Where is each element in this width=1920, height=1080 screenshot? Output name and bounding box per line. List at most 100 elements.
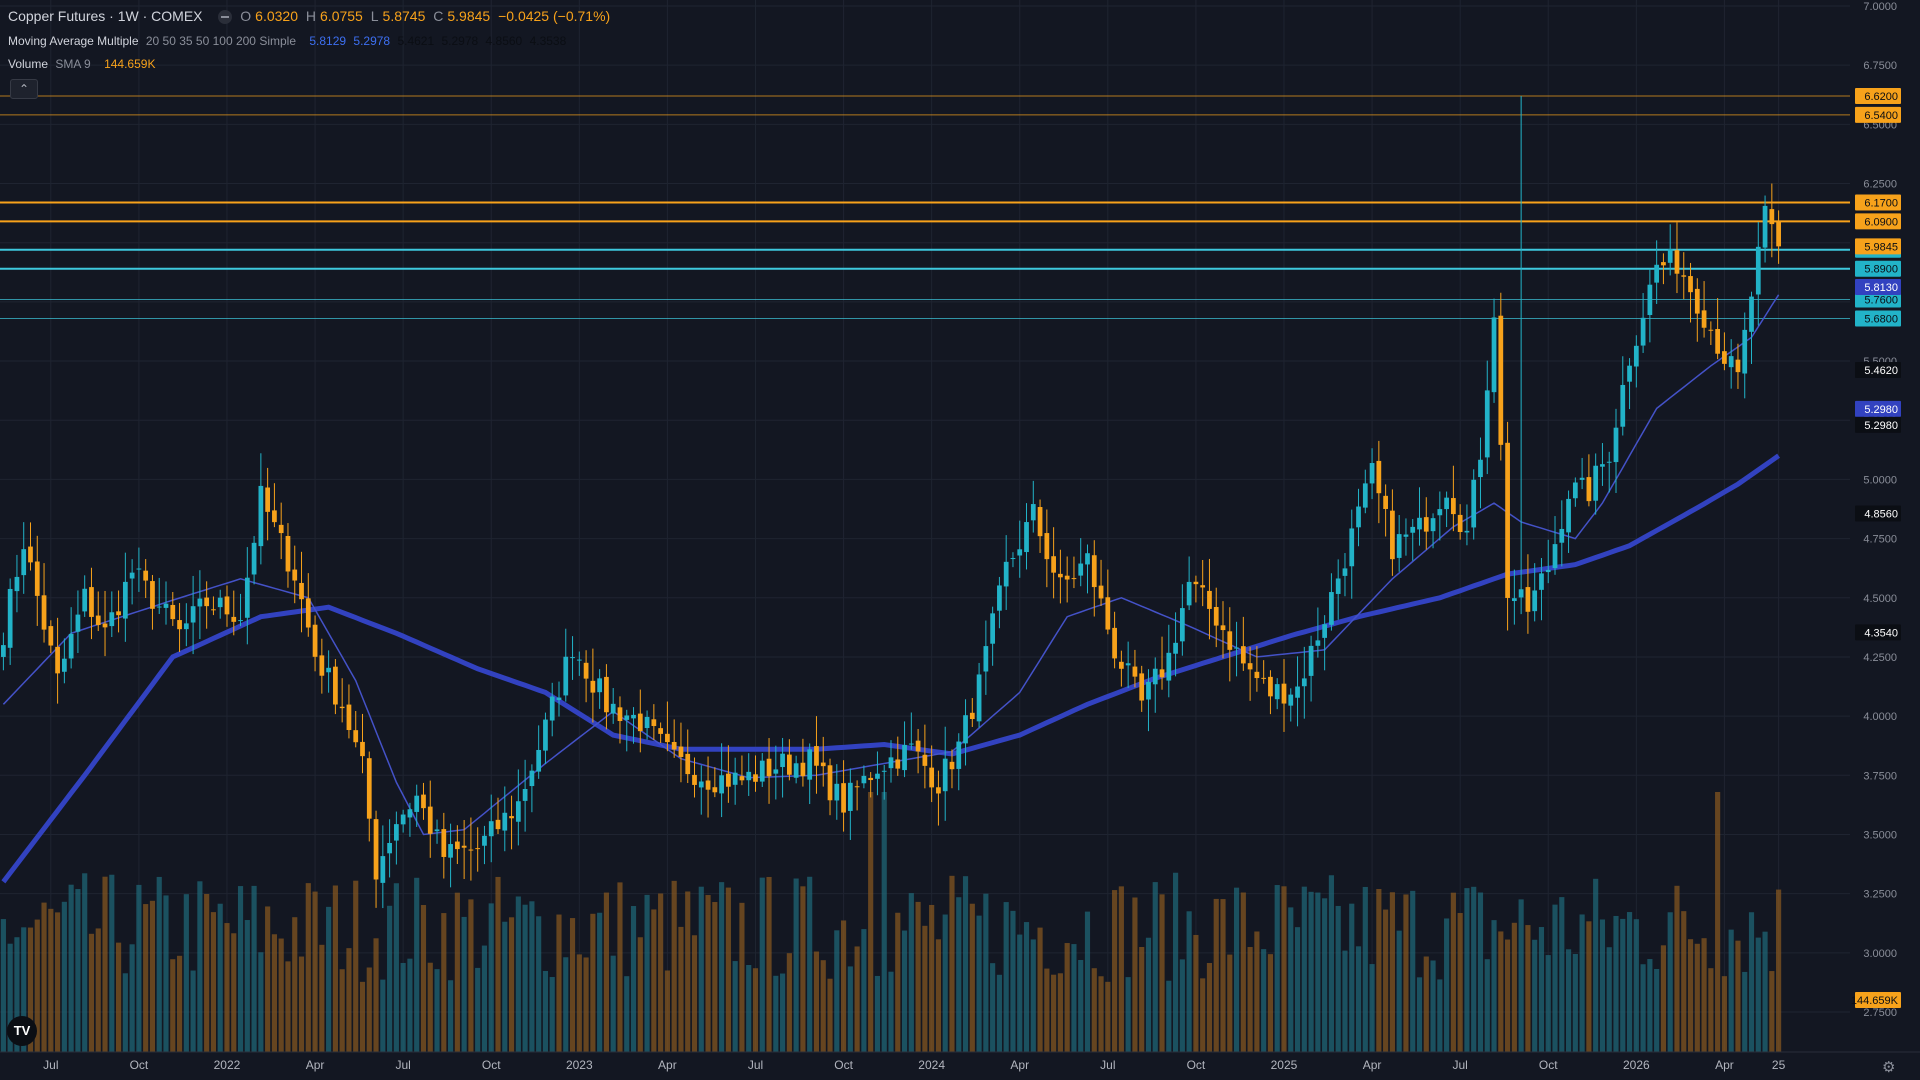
x-tick-label: Oct bbox=[834, 1058, 853, 1072]
volume-bar bbox=[414, 877, 420, 1052]
volume-bar bbox=[1674, 885, 1680, 1052]
candle-body bbox=[34, 561, 40, 596]
volume-bar bbox=[685, 891, 691, 1052]
volume-bar bbox=[143, 904, 149, 1052]
volume-bar bbox=[88, 933, 95, 1052]
volume-bar bbox=[1220, 899, 1226, 1052]
candle-body bbox=[366, 758, 372, 819]
candle bbox=[1335, 559, 1341, 620]
candle bbox=[1776, 210, 1781, 264]
candle bbox=[610, 688, 616, 724]
volume-bar bbox=[176, 955, 183, 1052]
candle bbox=[1620, 356, 1626, 436]
candle-body bbox=[786, 754, 792, 775]
ma-value-5: 4.8560 bbox=[485, 34, 523, 48]
candle-body bbox=[333, 666, 338, 705]
volume-bar bbox=[637, 937, 643, 1052]
candle bbox=[1362, 469, 1368, 514]
candle bbox=[68, 607, 74, 669]
candle bbox=[251, 536, 257, 585]
volume-bar bbox=[326, 906, 332, 1052]
candle-body bbox=[150, 581, 155, 609]
volume-bar bbox=[204, 893, 210, 1052]
price-label: 5.8130 bbox=[1864, 282, 1898, 294]
candle bbox=[1423, 497, 1429, 550]
volume-bar bbox=[1294, 927, 1301, 1052]
volume-bar bbox=[1200, 978, 1206, 1052]
open-value: 6.0320 bbox=[255, 8, 298, 24]
candle-body bbox=[258, 485, 264, 547]
volume-bar bbox=[1132, 897, 1138, 1052]
chevron-up-icon[interactable]: ⌃ bbox=[10, 79, 38, 99]
volume-bar bbox=[651, 909, 657, 1052]
volume-bar bbox=[990, 963, 996, 1052]
volume-bar bbox=[217, 903, 223, 1052]
volume-bar bbox=[583, 957, 589, 1052]
candle bbox=[1491, 298, 1497, 403]
eye-icon[interactable] bbox=[218, 10, 233, 25]
candle-body bbox=[583, 662, 589, 679]
candle-body bbox=[339, 706, 345, 709]
volume-bar bbox=[481, 945, 488, 1052]
volume-bar bbox=[563, 957, 569, 1052]
volume-bar bbox=[1071, 944, 1077, 1052]
candle bbox=[1268, 670, 1273, 715]
candle bbox=[34, 535, 40, 626]
candle-body bbox=[1240, 646, 1246, 664]
tradingview-logo: TV bbox=[7, 1016, 37, 1046]
candle bbox=[1505, 421, 1510, 631]
volume-bar bbox=[380, 979, 386, 1052]
y-tick-label: 5.0000 bbox=[1863, 474, 1897, 486]
candle bbox=[1125, 641, 1131, 688]
candle bbox=[441, 812, 447, 879]
ma-legend[interactable]: Moving Average Multiple 20 50 35 50 100 … bbox=[8, 34, 570, 48]
candle-body bbox=[7, 588, 13, 648]
candle bbox=[21, 522, 27, 594]
volume-bar bbox=[1267, 954, 1274, 1052]
grid bbox=[0, 0, 1850, 1052]
candle-body bbox=[1315, 640, 1321, 646]
volume-bar bbox=[1423, 956, 1429, 1052]
candle-body bbox=[780, 753, 785, 768]
candle bbox=[563, 628, 569, 702]
candle-body bbox=[1667, 249, 1673, 263]
candle-body bbox=[380, 856, 386, 883]
volume-bar bbox=[82, 873, 88, 1052]
candle-body bbox=[597, 678, 603, 693]
candle bbox=[726, 745, 731, 803]
candle bbox=[1728, 339, 1734, 389]
volume-bar bbox=[1342, 950, 1348, 1052]
volume-bar bbox=[813, 951, 820, 1052]
volume-bar bbox=[1416, 977, 1423, 1052]
volume-bar bbox=[942, 914, 948, 1052]
low-label: L bbox=[370, 8, 379, 24]
candle-body bbox=[827, 765, 833, 801]
volume-bar bbox=[1748, 912, 1755, 1052]
volume-bar bbox=[1776, 889, 1782, 1052]
candle-body bbox=[387, 842, 392, 854]
candle-body bbox=[1200, 585, 1206, 588]
price-chart[interactable]: 7.00006.75006.50006.25006.00005.75005.50… bbox=[0, 0, 1920, 1080]
volume-legend[interactable]: Volume SMA 9 144.659K bbox=[8, 57, 159, 71]
volume-bar bbox=[1173, 872, 1179, 1052]
volume-bar bbox=[725, 887, 731, 1052]
volume-bar bbox=[1051, 974, 1057, 1052]
candle bbox=[1633, 335, 1639, 388]
candle-body bbox=[1193, 581, 1199, 585]
volume-bar bbox=[109, 874, 115, 1052]
volume-bar bbox=[705, 895, 711, 1052]
candle bbox=[1457, 504, 1463, 540]
x-tick-label: 2025 bbox=[1271, 1058, 1298, 1072]
candle-body bbox=[1159, 669, 1165, 678]
volume-bar bbox=[901, 930, 908, 1052]
symbol-legend[interactable]: Copper Futures · 1W · COMEX O 6.0320 H 6.0… bbox=[8, 8, 614, 25]
volume-bar bbox=[1484, 959, 1490, 1052]
candle-body bbox=[543, 719, 548, 751]
volume-bar bbox=[807, 876, 813, 1052]
candle bbox=[238, 593, 243, 627]
candle-body bbox=[1261, 677, 1267, 679]
volume-bar bbox=[156, 876, 162, 1052]
candle bbox=[14, 554, 20, 613]
candle bbox=[1688, 262, 1693, 323]
gear-icon[interactable]: ⚙ bbox=[1882, 1058, 1895, 1076]
